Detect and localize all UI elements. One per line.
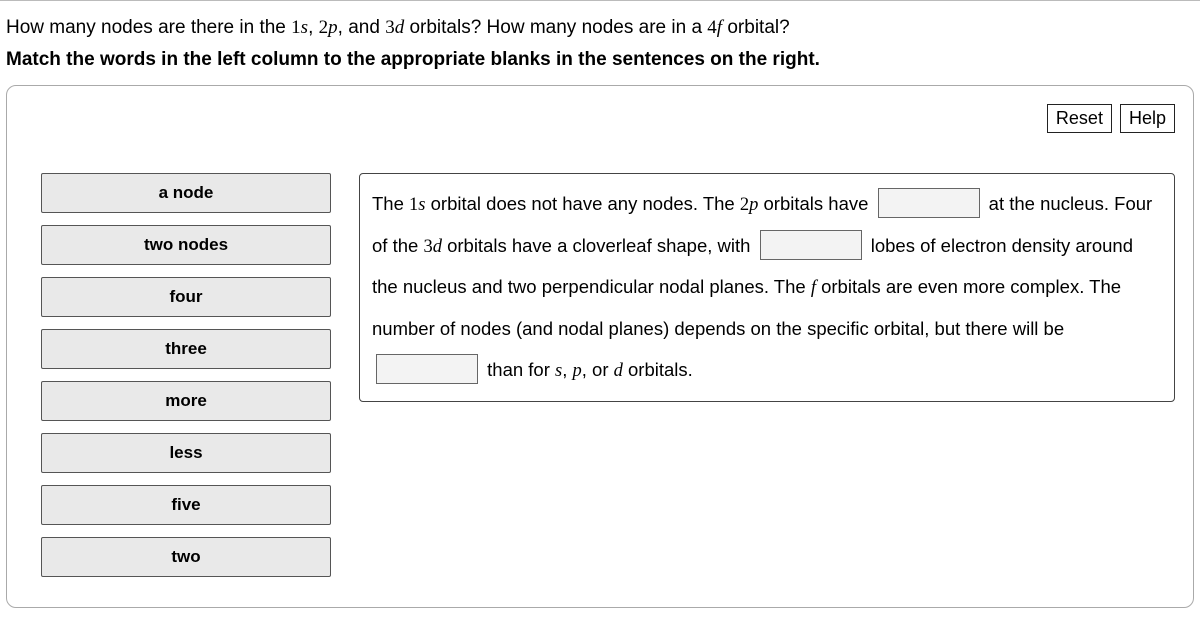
sentence-box: The 1s orbital does not have any nodes. …	[359, 173, 1175, 402]
s-letter: d	[433, 237, 442, 257]
s-num: 3	[423, 237, 432, 257]
s-text: orbitals have	[758, 193, 873, 214]
exercise-row: a node two nodes four three more less fi…	[25, 173, 1175, 577]
q-num: 3	[385, 17, 395, 38]
s-text: , or	[582, 359, 614, 380]
s-num: 1	[409, 195, 418, 215]
blank-3[interactable]	[376, 354, 478, 384]
q-letter: s	[301, 17, 308, 38]
reset-button[interactable]: Reset	[1047, 104, 1112, 133]
word-bank: a node two nodes four three more less fi…	[41, 173, 331, 577]
s-text: orbital does not have any nodes. The	[425, 193, 739, 214]
q-num: 2	[319, 17, 329, 38]
word-item[interactable]: five	[41, 485, 331, 525]
q-num: 4	[707, 17, 717, 38]
s-text: ,	[562, 359, 572, 380]
q-sep: , and	[338, 17, 386, 38]
blank-2[interactable]	[760, 230, 862, 260]
instruction-text: Match the words in the left column to th…	[6, 49, 1194, 71]
q-text: orbital?	[722, 17, 790, 38]
q-letter: d	[395, 17, 405, 38]
blank-1[interactable]	[878, 188, 980, 218]
s-num: 2	[740, 195, 749, 215]
q-text: orbitals? How many nodes are in a	[404, 17, 707, 38]
q-sep: ,	[308, 17, 319, 38]
word-item[interactable]: a node	[41, 173, 331, 213]
s-letter: p	[573, 361, 582, 381]
q-letter: p	[328, 17, 338, 38]
word-item[interactable]: more	[41, 381, 331, 421]
word-item[interactable]: two nodes	[41, 225, 331, 265]
s-letter: d	[614, 361, 623, 381]
exercise-container: Reset Help a node two nodes four three m…	[6, 85, 1194, 608]
s-text: The	[372, 193, 409, 214]
help-button[interactable]: Help	[1120, 104, 1175, 133]
word-item[interactable]: three	[41, 329, 331, 369]
s-letter: p	[749, 195, 758, 215]
q-text: How many nodes are there in the	[6, 17, 291, 38]
question-area: How many nodes are there in the 1s, 2p, …	[0, 1, 1200, 71]
question-text: How many nodes are there in the 1s, 2p, …	[6, 17, 1194, 39]
word-item[interactable]: less	[41, 433, 331, 473]
s-text: than for	[482, 359, 555, 380]
controls-row: Reset Help	[25, 104, 1175, 133]
word-item[interactable]: four	[41, 277, 331, 317]
s-text: orbitals have a cloverleaf shape, with	[442, 235, 756, 256]
q-num: 1	[291, 17, 301, 38]
word-item[interactable]: two	[41, 537, 331, 577]
s-text: orbitals.	[623, 359, 693, 380]
